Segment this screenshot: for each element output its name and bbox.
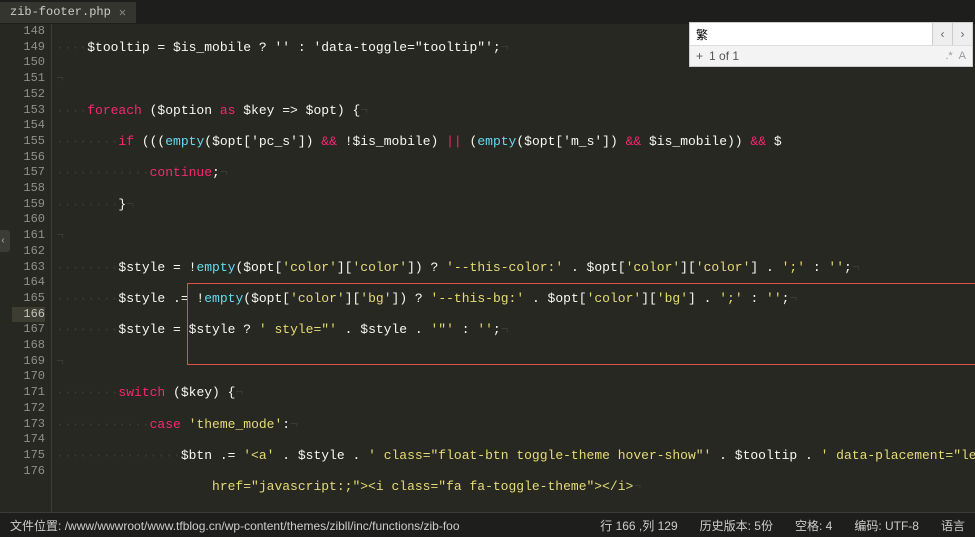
find-next-button[interactable]: › [952, 23, 972, 45]
status-bar: 文件位置: /www/wwwroot/www.tfblog.cn/wp-cont… [0, 512, 975, 537]
regex-toggle[interactable]: .* [945, 50, 952, 62]
line-numbers: 148 149 150 151 152 153 154 155 156 157 … [12, 24, 52, 512]
find-prev-button[interactable]: ‹ [932, 23, 952, 45]
find-panel: ‹ › + 1 of 1 .* A [689, 22, 973, 67]
code-area[interactable]: ····$tooltip = $is_mobile ? '' : 'data-t… [52, 24, 975, 512]
file-path: 文件位置: /www/wwwroot/www.tfblog.cn/wp-cont… [10, 517, 578, 534]
case-toggle[interactable]: A [959, 50, 966, 62]
find-input[interactable] [690, 23, 932, 45]
encoding-info[interactable]: 编码: UTF-8 [854, 517, 919, 534]
tab-filename: zib-footer.php [10, 5, 111, 19]
file-tab[interactable]: zib-footer.php ✕ [0, 2, 136, 23]
chevron-left-icon[interactable]: ‹ [0, 230, 10, 252]
gutter-mini: ‹ [0, 24, 12, 512]
editor: ‹ 148 149 150 151 152 153 154 155 156 15… [0, 24, 975, 512]
find-count: 1 of 1 [709, 49, 939, 63]
close-icon[interactable]: ✕ [119, 5, 126, 20]
language-info[interactable]: 语言 [941, 517, 965, 534]
plus-icon[interactable]: + [696, 49, 703, 63]
tab-bar: zib-footer.php ✕ [0, 0, 975, 24]
history-info[interactable]: 历史版本: 5份 [700, 517, 773, 534]
indent-info[interactable]: 空格: 4 [795, 517, 832, 534]
cursor-position[interactable]: 行 166 ,列 129 [600, 517, 677, 534]
